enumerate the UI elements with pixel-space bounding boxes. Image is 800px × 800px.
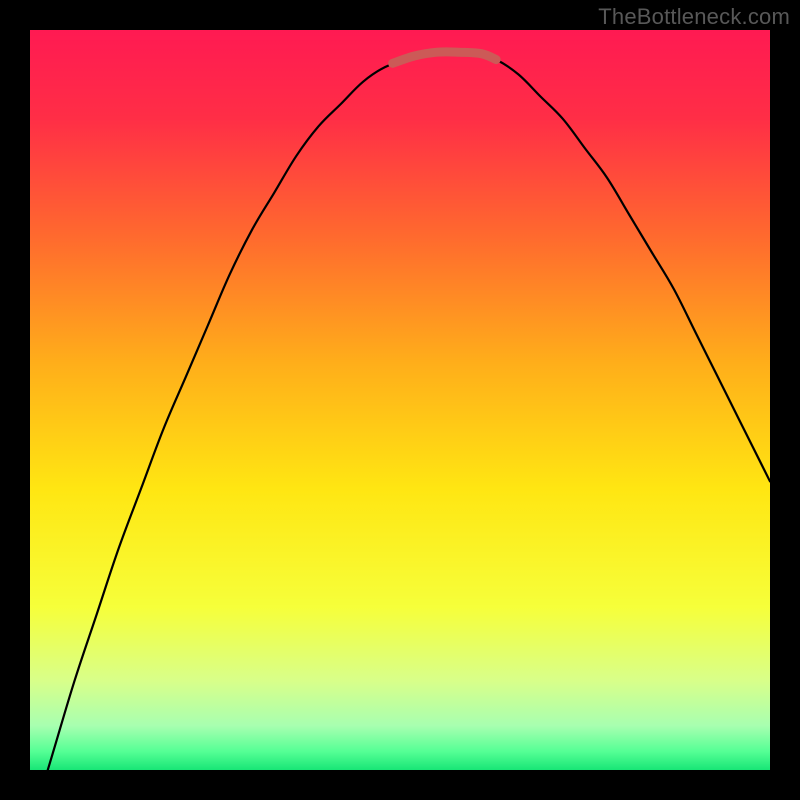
optimal-highlight-segment (393, 52, 497, 63)
watermark-text: TheBottleneck.com (598, 4, 790, 30)
plot-area (30, 30, 770, 770)
bottleneck-curve (30, 52, 770, 770)
chart-frame: TheBottleneck.com (0, 0, 800, 800)
curve-layer (30, 30, 770, 770)
